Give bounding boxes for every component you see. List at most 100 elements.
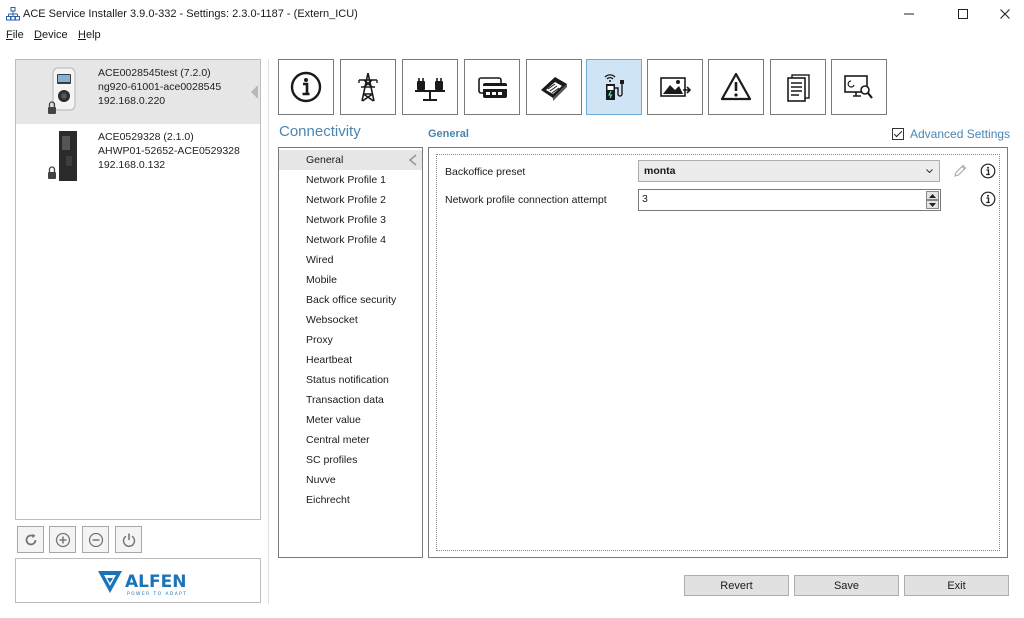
category-item-back-office-security[interactable]: Back office security — [279, 290, 422, 310]
backoffice-preset-label: Backoffice preset — [445, 166, 526, 178]
settings-group-frame — [436, 154, 1000, 551]
save-button[interactable]: Save — [794, 575, 899, 596]
connection-attempt-value: 3 — [642, 193, 648, 205]
category-item-proxy[interactable]: Proxy — [279, 330, 422, 350]
charger-thumbnail-icon — [48, 67, 76, 114]
connection-attempt-spinner[interactable]: 3 — [638, 189, 941, 211]
checkbox-checked-icon[interactable] — [892, 128, 904, 140]
device-ip: 192.168.0.220 — [98, 95, 166, 107]
tool-grid-button[interactable] — [340, 59, 396, 115]
category-item-central-meter[interactable]: Central meter — [279, 430, 422, 450]
category-item-wired[interactable]: Wired — [279, 250, 422, 270]
power-icon — [122, 533, 135, 547]
connection-attempt-label: Network profile connection attempt — [445, 194, 607, 206]
alfen-logo: ALFEN POWER TO ADAPT — [15, 558, 261, 603]
close-icon — [1000, 9, 1010, 19]
category-item-network-profile-3[interactable]: Network Profile 3 — [279, 210, 422, 230]
add-icon — [55, 532, 70, 547]
device-name: ACE0529328 (2.1.0) — [98, 131, 194, 143]
maximize-button[interactable] — [940, 0, 986, 28]
logo-tagline: POWER TO ADAPT — [127, 591, 187, 597]
selection-arrow-icon — [251, 85, 258, 99]
spin-down-button[interactable] — [926, 200, 939, 209]
device-model: ng920-61001-ace0028545 — [98, 81, 222, 93]
category-item-heartbeat[interactable]: Heartbeat — [279, 350, 422, 370]
menu-file[interactable]: File — [6, 29, 24, 41]
menu-help[interactable]: Help — [78, 29, 101, 41]
tool-display-button[interactable] — [647, 59, 703, 115]
rfid-card-icon — [478, 77, 507, 98]
advanced-settings-checkbox[interactable]: Advanced Settings — [892, 127, 1010, 141]
category-item-network-profile-4[interactable]: Network Profile 4 — [279, 230, 422, 250]
charger-pillar-thumbnail-icon — [48, 131, 77, 181]
edit-pencil-icon[interactable] — [952, 163, 968, 179]
title-bar: ACE Service Installer 3.9.0-332 - Settin… — [0, 0, 1024, 28]
menu-device[interactable]: Device — [34, 29, 68, 41]
add-device-button[interactable] — [49, 526, 76, 553]
section-title: Connectivity — [279, 123, 361, 140]
triangle-up-icon — [929, 193, 936, 198]
tool-logs-button[interactable] — [770, 59, 826, 115]
category-item-nuvve[interactable]: Nuvve — [279, 470, 422, 490]
category-item-websocket[interactable]: Websocket — [279, 310, 422, 330]
network-app-icon — [6, 7, 20, 21]
category-item-eichrecht[interactable]: Eichrecht — [279, 490, 422, 510]
category-item-network-profile-2[interactable]: Network Profile 2 — [279, 190, 422, 210]
device-item-ace0529328[interactable]: ACE0529328 (2.1.0) AHWP01-52652-ACE05293… — [16, 124, 260, 188]
category-item-meter-value[interactable]: Meter value — [279, 410, 422, 430]
device-name: ACE0028545test (7.2.0) — [98, 67, 211, 79]
info-icon — [290, 71, 322, 103]
maximize-icon — [958, 9, 968, 19]
remove-device-button[interactable] — [82, 526, 109, 553]
backoffice-preset-dropdown[interactable]: monta — [638, 160, 940, 182]
device-ip: 192.168.0.132 — [98, 159, 166, 171]
category-item-status-notification[interactable]: Status notification — [279, 370, 422, 390]
menu-bar: File Device Help — [0, 28, 1024, 44]
minimize-icon — [904, 13, 914, 15]
close-button[interactable] — [982, 0, 1024, 28]
device-list: ACE0028545test (7.2.0) ng920-61001-ace00… — [15, 59, 261, 520]
charger-wireless-icon — [604, 74, 624, 100]
category-item-network-profile-1[interactable]: Network Profile 1 — [279, 170, 422, 190]
chevron-left-icon — [408, 154, 417, 166]
tool-payment-button[interactable] — [526, 59, 582, 115]
chevron-down-icon — [926, 169, 933, 173]
tool-balance-button[interactable] — [402, 59, 458, 115]
info-icon[interactable] — [980, 191, 996, 207]
device-item-ace0028545[interactable]: ACE0028545test (7.2.0) ng920-61001-ace00… — [16, 60, 260, 124]
category-item-general[interactable]: General — [279, 150, 422, 170]
tool-connectivity-button[interactable] — [586, 59, 642, 115]
category-list: General Network Profile 1 Network Profil… — [278, 147, 423, 558]
tool-info-button[interactable] — [278, 59, 334, 115]
category-item-mobile[interactable]: Mobile — [279, 270, 422, 290]
minimize-button[interactable] — [886, 0, 932, 28]
exit-button[interactable]: Exit — [904, 575, 1009, 596]
window-title: ACE Service Installer 3.9.0-332 - Settin… — [23, 8, 358, 20]
remove-icon — [88, 532, 103, 547]
subsection-title: General — [428, 128, 469, 140]
advanced-settings-label: Advanced Settings — [910, 127, 1011, 141]
monitor-search-icon — [844, 75, 873, 99]
logo-brand: ALFEN — [125, 572, 186, 592]
tool-warnings-button[interactable] — [708, 59, 764, 115]
power-pylon-icon — [358, 72, 378, 102]
payment-terminal-icon — [541, 77, 567, 101]
info-icon[interactable] — [980, 163, 996, 179]
backoffice-preset-value: monta — [644, 165, 676, 177]
category-item-sc-profiles[interactable]: SC profiles — [279, 450, 422, 470]
power-button[interactable] — [115, 526, 142, 553]
device-model: AHWP01-52652-ACE0529328 — [98, 145, 240, 157]
warning-icon — [720, 72, 752, 101]
triangle-down-icon — [929, 202, 936, 207]
revert-button[interactable]: Revert — [684, 575, 789, 596]
document-icon — [787, 74, 810, 102]
tool-diagnostics-button[interactable] — [831, 59, 887, 115]
load-balancing-icon — [415, 78, 445, 101]
refresh-icon — [25, 533, 36, 545]
alfen-logo-image: ALFEN POWER TO ADAPT — [98, 571, 187, 597]
category-item-transaction-data[interactable]: Transaction data — [279, 390, 422, 410]
spin-up-button[interactable] — [926, 191, 939, 200]
display-image-icon — [660, 77, 692, 97]
refresh-button[interactable] — [17, 526, 44, 553]
tool-cards-button[interactable] — [464, 59, 520, 115]
